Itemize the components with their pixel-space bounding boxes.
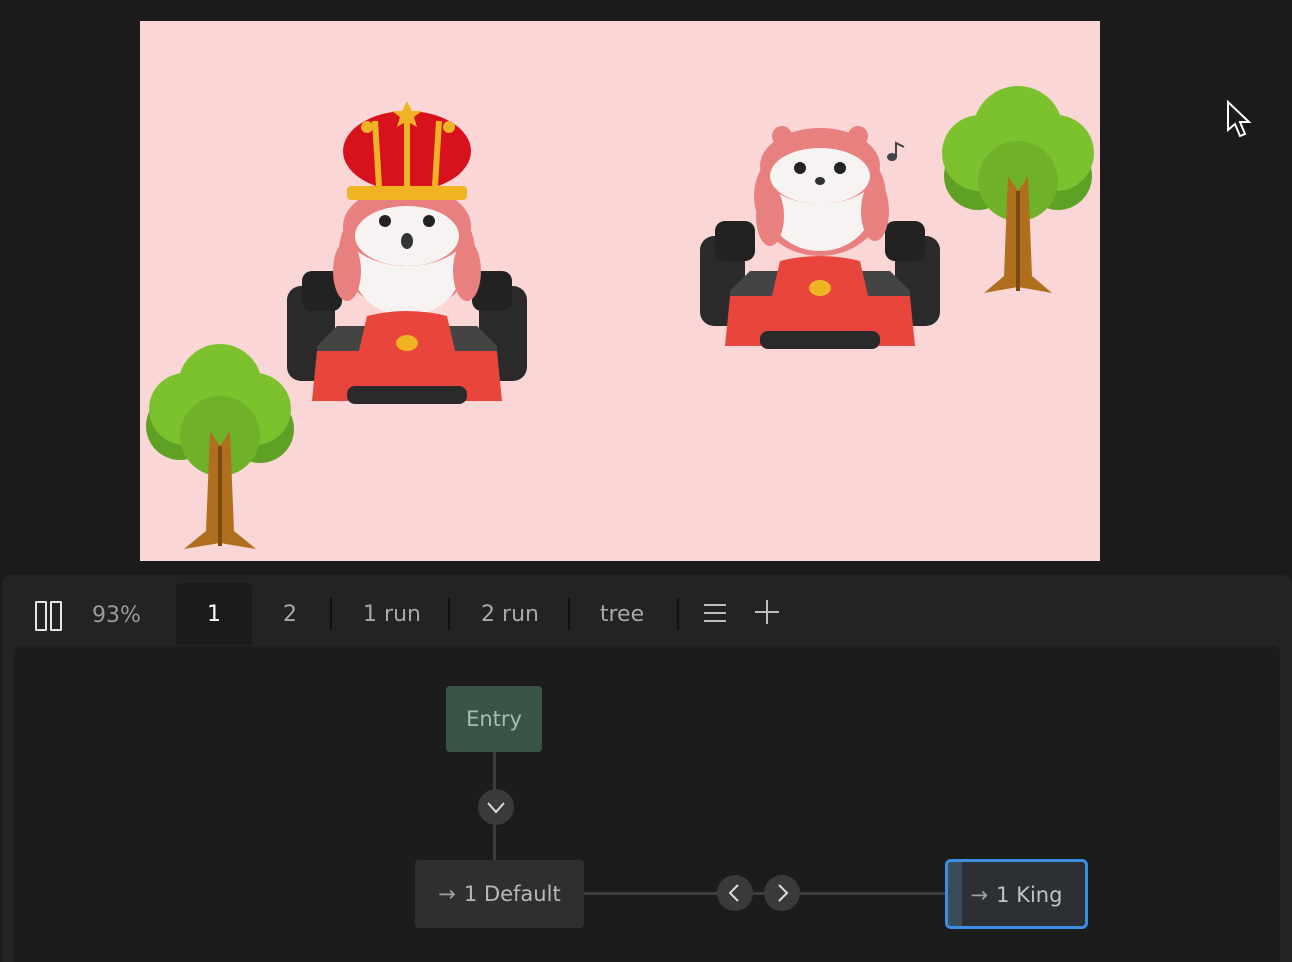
king-state-node[interactable]: → 1 King (945, 859, 1088, 929)
expand-button[interactable] (478, 789, 514, 825)
music-note-icon (887, 141, 905, 161)
default-state-node[interactable]: → 1 Default (415, 860, 584, 928)
previous-button[interactable] (717, 875, 753, 911)
tab-2-run[interactable]: 2 run (454, 583, 566, 645)
scene-preview (0, 0, 1292, 572)
tree-right (942, 86, 1094, 293)
next-button[interactable] (764, 875, 800, 911)
arrow-right-icon: → (438, 882, 456, 906)
pause-icon (35, 601, 47, 631)
chevron-down-icon (487, 802, 505, 814)
zoom-level: 93% (92, 603, 141, 628)
king-hamster-kart (287, 101, 527, 404)
tab-1[interactable]: 1 (176, 583, 252, 645)
tab-2[interactable]: 2 (254, 583, 326, 645)
cursor-icon (1227, 100, 1252, 138)
tree-left (146, 344, 294, 549)
state-graph[interactable]: Entry → 1 Default → 1 King (14, 646, 1280, 962)
arrow-right-icon: → (970, 883, 989, 907)
chevron-right-icon (778, 884, 789, 902)
bottom-panel: 93% 1 2 1 run 2 run tree Entry → 1 Defau… (2, 575, 1292, 962)
default-state-label: 1 Default (463, 882, 561, 906)
tab-separator (677, 598, 679, 630)
pause-button[interactable] (32, 599, 66, 633)
tab-separator (448, 598, 450, 630)
king-state-label: 1 King (996, 883, 1063, 907)
tab-1-run[interactable]: 1 run (336, 583, 448, 645)
game-stage[interactable] (140, 21, 1100, 561)
menu-button[interactable] (704, 601, 728, 625)
tab-separator (330, 598, 332, 630)
entry-node[interactable]: Entry (446, 686, 542, 752)
chevron-left-icon (728, 884, 739, 902)
tab-separator (568, 598, 570, 630)
hamster-kart (700, 126, 940, 349)
stage-artwork (146, 86, 1094, 549)
tab-tree[interactable]: tree (574, 583, 670, 645)
tab-bar: 93% 1 2 1 run 2 run tree (2, 583, 1292, 645)
add-tab-button[interactable] (753, 598, 781, 626)
